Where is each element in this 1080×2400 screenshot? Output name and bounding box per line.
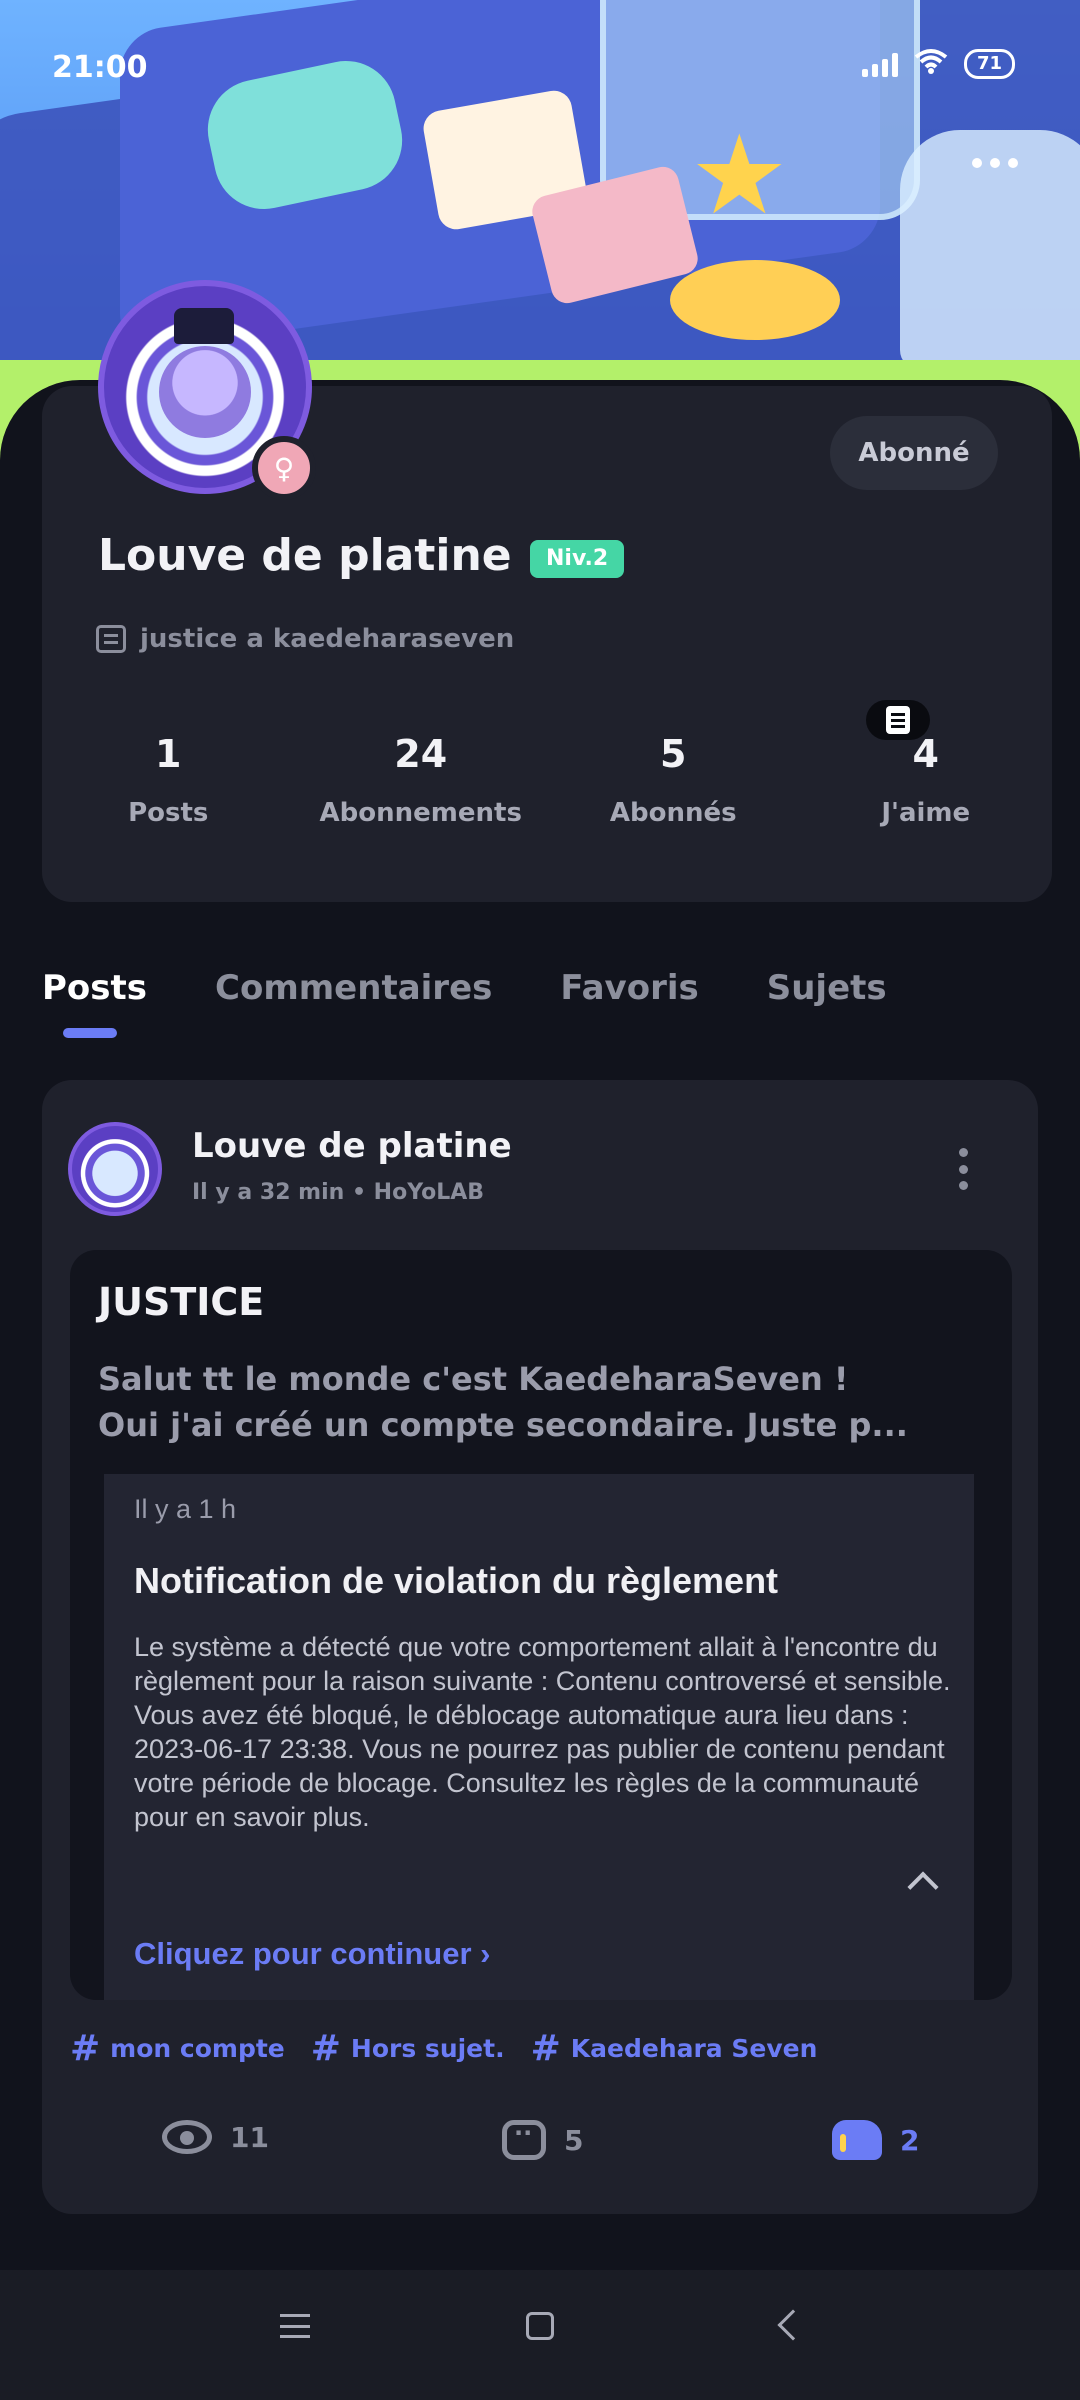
hashtag-icon: # (70, 2028, 101, 2069)
tab-favorites[interactable]: Favoris (560, 968, 698, 1008)
status-time: 21:00 (52, 50, 148, 85)
stat-value: 4 (912, 732, 939, 776)
bio-icon (96, 625, 126, 653)
post-tags: # mon compte # Hors sujet. # Kaedehara Seve… (70, 2028, 817, 2069)
bio-text: justice a kaedeharaseven (140, 624, 515, 654)
system-navigation-bar (0, 2270, 1080, 2400)
chevron-up-icon (907, 1871, 939, 1903)
tag-chip[interactable]: # Kaedehara Seven (531, 2028, 818, 2069)
tag-label: Kaedehara Seven (570, 2034, 818, 2063)
hashtag-icon: # (310, 2028, 341, 2069)
image-count-icon (866, 700, 930, 740)
stat-label: J'aime (881, 798, 971, 828)
stat-value: 1 (155, 732, 182, 776)
post-author-name[interactable]: Louve de platine (192, 1126, 512, 1166)
post-menu-button[interactable] (948, 1142, 978, 1196)
home-button[interactable] (526, 2312, 554, 2340)
level-badge: Niv.2 (530, 540, 625, 578)
likes-value: 2 (900, 2123, 920, 2157)
stat-likes[interactable]: 4 J'aime (800, 732, 1053, 828)
tag-label: Hors sujet. (350, 2034, 505, 2063)
notification-link: Cliquez pour continuer › (134, 1936, 491, 1971)
views-value: 11 (230, 2120, 269, 2154)
wifi-icon (914, 48, 948, 80)
profile-stats: 1 Posts 24 Abonnements 5 Abonnés 4 J'aim… (42, 732, 1052, 828)
signal-icon (861, 51, 898, 77)
back-button[interactable] (777, 2309, 809, 2341)
comments-value: 5 (564, 2123, 584, 2157)
profile-tabs: Posts Commentaires Favoris Sujets (42, 968, 887, 1008)
tab-comments[interactable]: Commentaires (215, 968, 492, 1008)
notification-link-label: Cliquez pour continuer (134, 1936, 472, 1971)
avatar-face (159, 346, 251, 438)
post-excerpt-line: Salut tt le monde c'est KaedeharaSeven ! (98, 1360, 849, 1398)
status-bar: 21:00 71 (0, 0, 1080, 130)
comment-icon (502, 2119, 546, 2160)
avatar-crown (174, 308, 234, 344)
follow-button[interactable]: Abonné (830, 416, 998, 490)
stat-label: Posts (128, 798, 209, 828)
star-illustration: ★ (690, 111, 789, 239)
post-meta: Il y a 32 min • HoYoLAB (192, 1180, 485, 1205)
tag-label: mon compte (110, 2034, 285, 2063)
stat-label: Abonnements (319, 798, 522, 828)
notification-title: Notification de violation du règlement (134, 1560, 779, 1601)
notification-body: Le système a détecté que votre comportem… (134, 1632, 951, 1832)
notification-time: Il y a 1 h (134, 1494, 237, 1524)
tag-chip[interactable]: # Hors sujet. (311, 2028, 505, 2069)
status-icons: 71 (861, 48, 1015, 80)
post-excerpt: Salut tt le monde c'est KaedeharaSeven !… (98, 1356, 978, 1448)
post-author-avatar[interactable] (68, 1122, 162, 1216)
comments-button[interactable]: 5 (502, 2119, 584, 2160)
views-count: 11 (162, 2120, 269, 2154)
hashtag-icon: # (530, 2028, 561, 2069)
stat-value: 5 (660, 732, 687, 776)
eye-icon (162, 2120, 212, 2154)
more-options-button[interactable] (950, 135, 1040, 191)
battery-icon: 71 (963, 49, 1015, 79)
post-title: JUSTICE (98, 1280, 265, 1324)
more-vertical-icon (958, 1148, 968, 1157)
stat-followers[interactable]: 5 Abonnés (547, 732, 800, 828)
thumbs-up-icon (832, 2120, 882, 2160)
tag-chip[interactable]: # mon compte (70, 2028, 285, 2069)
recent-apps-button[interactable] (280, 2314, 310, 2338)
female-gender-icon: ♀ (252, 436, 316, 500)
post-actions: 11 5 2 (42, 2119, 1038, 2180)
post-image[interactable]: Il y a 1 h Notification de violation du … (104, 1474, 974, 2000)
stat-label: Abonnés (609, 798, 737, 828)
profile-bio: justice a kaedeharaseven (96, 624, 514, 654)
post-excerpt-line: Oui j'ai créé un compte secondaire. Just… (98, 1406, 908, 1444)
star-platform-illustration (670, 260, 840, 340)
stat-following[interactable]: 24 Abonnements (295, 732, 548, 828)
profile-username: Louve de platine (98, 530, 512, 581)
post-content[interactable]: JUSTICE Salut tt le monde c'est Kaedehar… (70, 1250, 1012, 2000)
like-button[interactable]: 2 (832, 2120, 919, 2160)
more-horizontal-icon (972, 158, 982, 168)
tab-topics[interactable]: Sujets (767, 968, 887, 1008)
stat-posts[interactable]: 1 Posts (42, 732, 295, 828)
stat-value: 24 (394, 732, 448, 776)
active-tab-indicator (63, 1028, 117, 1038)
tab-posts[interactable]: Posts (42, 968, 147, 1008)
